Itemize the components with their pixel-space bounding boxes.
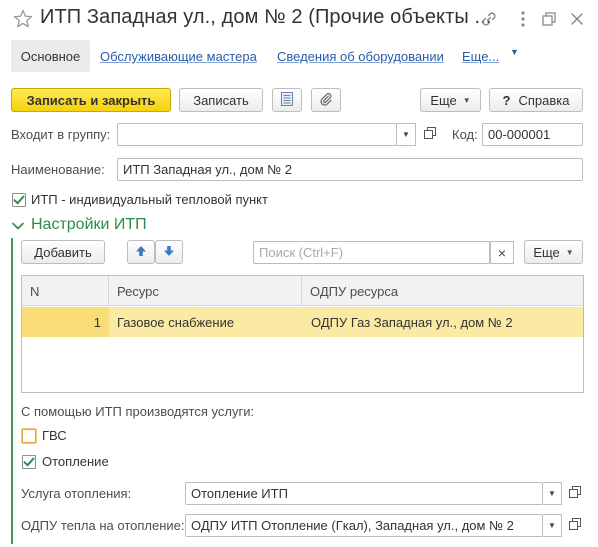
column-header-resource[interactable]: Ресурс xyxy=(109,276,302,306)
itp-settings-title[interactable]: Настройки ИТП xyxy=(31,216,147,234)
report-icon xyxy=(281,91,293,109)
move-down-button[interactable] xyxy=(155,240,183,264)
arrow-down-icon xyxy=(163,245,175,260)
star-icon[interactable] xyxy=(12,8,34,30)
tab-more[interactable]: Еще... xyxy=(462,49,499,64)
triangle-down-icon: ▼ xyxy=(510,47,519,57)
tab-main[interactable]: Основное xyxy=(11,40,90,72)
triangle-down-icon: ▼ xyxy=(565,247,574,257)
help-icon: ? xyxy=(502,92,511,108)
attach-button[interactable] xyxy=(311,88,341,112)
help-label: Справка xyxy=(518,92,570,108)
itp-resources-table[interactable]: N Ресурс ОДПУ ресурса 1 Газовое снабжени… xyxy=(21,275,584,393)
heating-service-dropdown[interactable]: ▼ xyxy=(543,482,562,505)
name-label: Наименование: xyxy=(11,162,105,177)
help-button[interactable]: ? Справка xyxy=(489,88,583,112)
itp-checkbox-label[interactable]: ИТП - индивидуальный тепловой пункт xyxy=(31,192,268,207)
parent-group-label: Входит в группу: xyxy=(11,127,111,142)
column-header-n[interactable]: N xyxy=(22,276,109,306)
column-header-odpu[interactable]: ОДПУ ресурса xyxy=(302,276,585,306)
itp-checkbox[interactable] xyxy=(12,193,26,207)
table-more-label: Еще xyxy=(533,244,560,260)
odpu-heat-dropdown[interactable]: ▼ xyxy=(543,514,562,537)
open-form-icon xyxy=(568,518,581,533)
more-actions-label: Еще xyxy=(430,92,457,108)
gvs-checkbox-label[interactable]: ГВС xyxy=(42,428,67,443)
table-header: N Ресурс ОДПУ ресурса xyxy=(22,276,583,306)
name-input[interactable]: ИТП Западная ул., дом № 2 xyxy=(117,158,583,181)
cell-resource[interactable]: Газовое снабжение xyxy=(117,307,302,337)
gvs-checkbox[interactable] xyxy=(22,429,36,443)
more-actions-button[interactable]: Еще ▼ xyxy=(420,88,481,112)
heating-checkbox-label[interactable]: Отопление xyxy=(42,454,109,469)
parent-group-open-button[interactable] xyxy=(420,124,439,145)
checkmark-icon xyxy=(23,457,35,467)
window-title: ИТП Западная ул., дом № 2 (Прочие объект… xyxy=(40,6,492,28)
odpu-heat-label: ОДПУ тепла на отопление: xyxy=(21,518,185,533)
checkmark-icon xyxy=(13,195,25,205)
paperclip-icon xyxy=(319,92,333,109)
cell-odpu[interactable]: ОДПУ Газ Западная ул., дом № 2 xyxy=(311,307,585,337)
save-and-close-button[interactable]: Записать и закрыть xyxy=(11,88,171,112)
triangle-down-icon: ▼ xyxy=(402,130,410,139)
close-icon: × xyxy=(497,244,507,261)
parent-group-input[interactable] xyxy=(117,123,397,146)
link-icon[interactable] xyxy=(478,8,500,30)
heating-service-input[interactable]: Отопление ИТП xyxy=(185,482,543,505)
heating-checkbox[interactable] xyxy=(22,455,36,469)
arrow-up-icon xyxy=(135,245,147,260)
services-label: С помощью ИТП производятся услуги: xyxy=(21,404,255,419)
restore-window-icon[interactable] xyxy=(538,8,560,30)
open-form-icon xyxy=(568,486,581,501)
code-input[interactable]: 00-000001 xyxy=(482,123,583,146)
triangle-down-icon: ▼ xyxy=(462,95,471,105)
code-label: Код: xyxy=(452,127,478,142)
move-up-button[interactable] xyxy=(127,240,155,264)
parent-group-dropdown[interactable]: ▼ xyxy=(397,123,416,146)
close-icon[interactable] xyxy=(566,8,588,30)
report-button[interactable] xyxy=(272,88,302,112)
more-vertical-icon[interactable] xyxy=(512,8,534,30)
odpu-heat-input[interactable]: ОДПУ ИТП Отопление (Гкал), Западная ул.,… xyxy=(185,514,543,537)
add-row-button[interactable]: Добавить xyxy=(21,240,105,264)
heating-service-open-button[interactable] xyxy=(565,483,584,504)
tab-equipment-info[interactable]: Сведения об оборудовании xyxy=(277,49,444,64)
odpu-heat-open-button[interactable] xyxy=(565,515,584,536)
heating-service-label: Услуга отопления: xyxy=(21,486,132,501)
cell-n[interactable]: 1 xyxy=(22,307,109,337)
table-more-button[interactable]: Еще ▼ xyxy=(524,240,583,264)
search-input[interactable]: Поиск (Ctrl+F) xyxy=(253,241,490,264)
open-form-icon xyxy=(423,127,436,142)
chevron-down-icon[interactable] xyxy=(11,219,25,233)
tab-service-masters[interactable]: Обслуживающие мастера xyxy=(100,49,257,64)
group-divider xyxy=(11,238,13,544)
triangle-down-icon: ▼ xyxy=(548,521,556,530)
table-row[interactable]: 1 Газовое снабжение ОДПУ Газ Западная ул… xyxy=(22,307,583,337)
clear-search-button[interactable]: × xyxy=(490,241,514,264)
triangle-down-icon: ▼ xyxy=(548,489,556,498)
save-button[interactable]: Записать xyxy=(179,88,263,112)
